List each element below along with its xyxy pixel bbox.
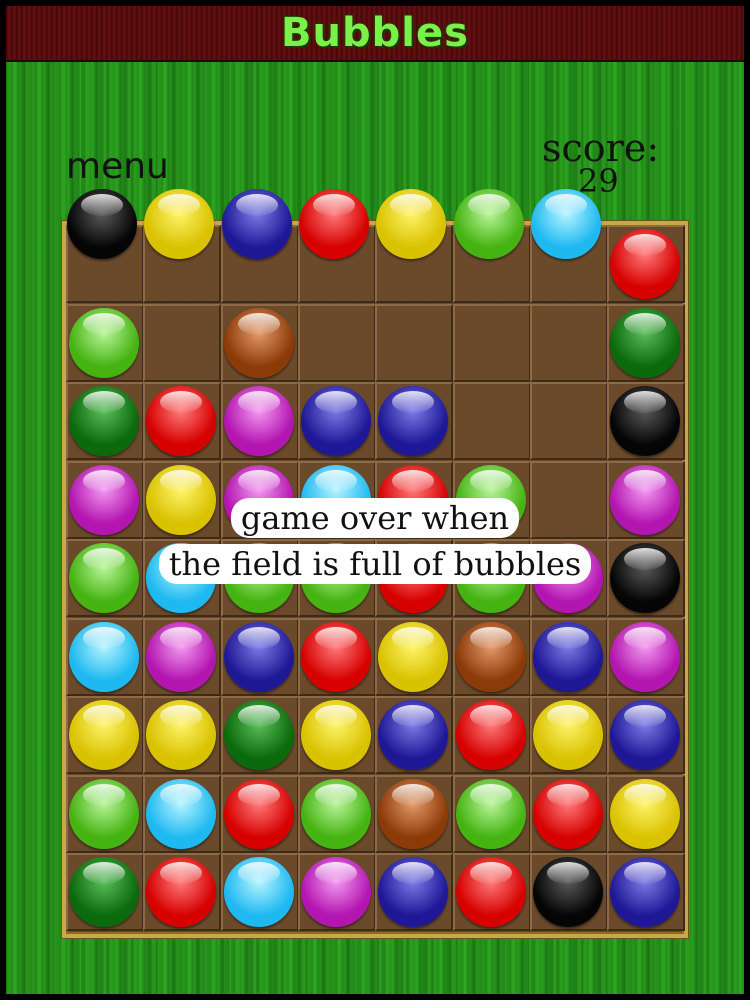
bubble-lgreen[interactable] [69, 543, 139, 613]
bubble-blue[interactable] [378, 857, 449, 927]
bubble-yellow[interactable] [146, 700, 217, 770]
bubble-cyan[interactable] [300, 464, 371, 535]
bubble-yellow[interactable] [69, 700, 139, 770]
bubble-magenta[interactable] [69, 464, 139, 535]
board-cell[interactable] [529, 382, 608, 460]
bubble-yellow[interactable] [532, 700, 603, 770]
bubble-red[interactable] [146, 857, 217, 927]
board-cell[interactable] [297, 303, 376, 382]
bubble-magenta[interactable] [610, 621, 681, 692]
bubble-blue[interactable] [378, 386, 449, 456]
bubble-red[interactable] [455, 700, 526, 770]
app-title: Bubbles [281, 10, 469, 56]
bubble-magenta[interactable] [532, 543, 603, 613]
bubble-yellow[interactable] [146, 464, 217, 535]
bubble-red[interactable] [378, 464, 449, 535]
next-bubble-lgreen[interactable] [453, 189, 524, 259]
next-bubble-yellow[interactable] [376, 189, 447, 259]
bubble-magenta[interactable] [223, 464, 294, 535]
bubble-dgreen[interactable] [223, 700, 294, 770]
next-bubble-black[interactable] [67, 189, 137, 259]
bubble-dgreen[interactable] [69, 386, 139, 456]
title-bar: Bubbles [6, 6, 744, 62]
bubble-red[interactable] [300, 621, 371, 692]
bubble-cyan[interactable] [146, 543, 217, 613]
bubble-lgreen[interactable] [455, 778, 526, 849]
bubble-brown[interactable] [455, 621, 526, 692]
bubble-magenta[interactable] [146, 621, 217, 692]
bubble-blue[interactable] [378, 700, 449, 770]
next-bubble-red[interactable] [298, 189, 369, 259]
bubble-blue[interactable] [223, 621, 294, 692]
bubble-red[interactable] [378, 543, 449, 613]
bubble-red[interactable] [610, 229, 681, 299]
bubble-red[interactable] [223, 778, 294, 849]
board-cell[interactable] [452, 303, 531, 382]
bubble-cyan[interactable] [223, 857, 294, 927]
bubble-dgreen[interactable] [610, 307, 681, 378]
bubble-red[interactable] [455, 857, 526, 927]
bubble-lgreen[interactable] [455, 464, 526, 535]
next-bubble-blue[interactable] [221, 189, 292, 259]
bubble-lgreen[interactable] [69, 307, 139, 378]
board-cell[interactable] [529, 303, 608, 382]
bubble-blue[interactable] [610, 700, 681, 770]
bubble-yellow[interactable] [300, 700, 371, 770]
bubble-blue[interactable] [300, 386, 371, 456]
menu-button[interactable]: menu [66, 146, 169, 187]
bubble-magenta[interactable] [610, 464, 681, 535]
bubble-dgreen[interactable] [69, 857, 139, 927]
bubble-red[interactable] [146, 386, 217, 456]
next-bubble-yellow[interactable] [144, 189, 215, 259]
next-bubble-cyan[interactable] [530, 189, 601, 259]
bubble-lgreen[interactable] [300, 778, 371, 849]
game-frame: Bubbles menu score: 29 game over when th… [0, 0, 750, 1000]
bubble-black[interactable] [610, 386, 681, 456]
bubble-yellow[interactable] [610, 778, 681, 849]
bubble-lgreen[interactable] [223, 543, 294, 613]
bubble-red[interactable] [532, 778, 603, 849]
bubble-black[interactable] [610, 543, 681, 613]
bubble-blue[interactable] [532, 621, 603, 692]
bubble-black[interactable] [532, 857, 603, 927]
bubble-lgreen[interactable] [455, 543, 526, 613]
bubble-blue[interactable] [610, 857, 681, 927]
bubble-brown[interactable] [223, 307, 294, 378]
bubble-magenta[interactable] [223, 386, 294, 456]
bubble-cyan[interactable] [69, 621, 139, 692]
bubble-lgreen[interactable] [69, 778, 139, 849]
board-cell[interactable] [375, 303, 454, 382]
bubble-brown[interactable] [378, 778, 449, 849]
board-cell[interactable] [143, 303, 222, 382]
board-cell[interactable] [529, 460, 608, 539]
board-cell[interactable] [452, 382, 531, 460]
bubble-magenta[interactable] [300, 857, 371, 927]
bubble-cyan[interactable] [146, 778, 217, 849]
bubble-yellow[interactable] [378, 621, 449, 692]
bubble-lgreen[interactable] [300, 543, 371, 613]
